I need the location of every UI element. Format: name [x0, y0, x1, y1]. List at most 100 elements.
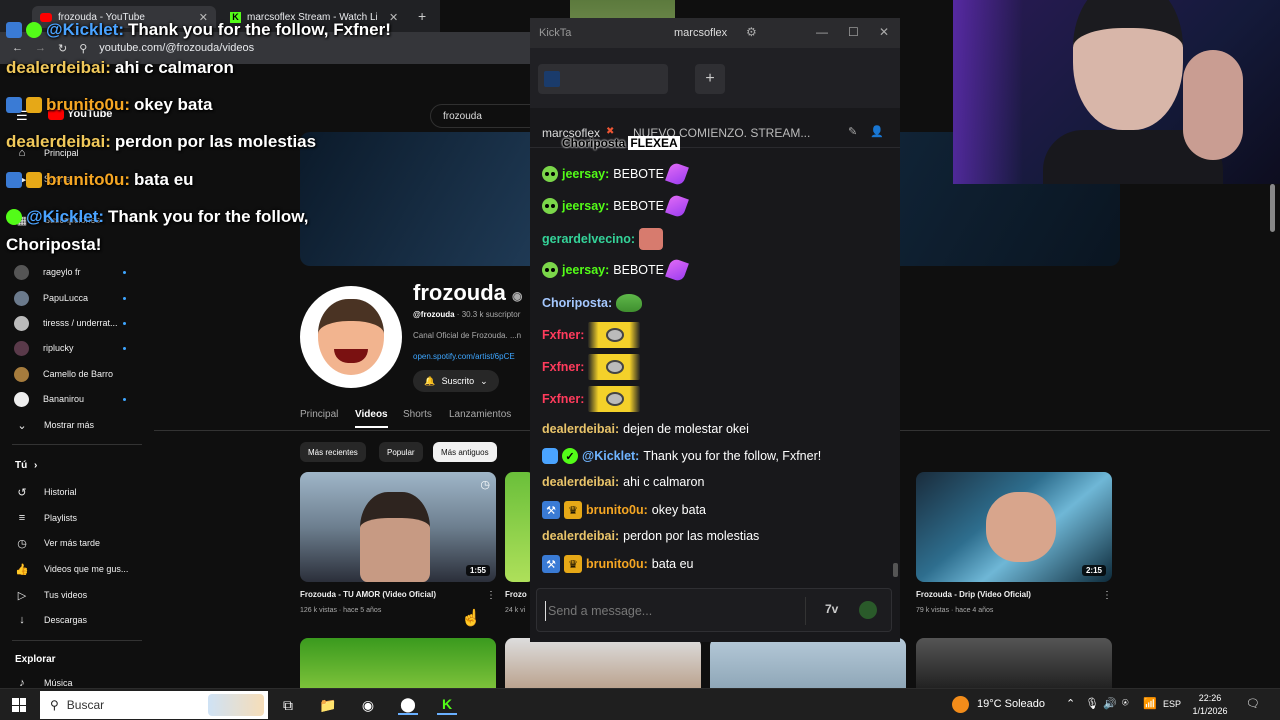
- channel-description[interactable]: Canal Oficial de Frozouda. ...n: [413, 331, 521, 340]
- pinned-banner: Choriposta FLEXEA: [562, 136, 680, 150]
- sidebar-subscription-item[interactable]: rageylo fr: [14, 261, 148, 283]
- chevron-down-icon: ⌄: [17, 419, 27, 432]
- maximize-icon[interactable]: ☐: [848, 25, 859, 39]
- minimize-icon[interactable]: —: [816, 25, 828, 39]
- sidebar-item-watch-later[interactable]: ◷ Ver más tarde: [14, 532, 148, 554]
- crown-badge-icon: ♛: [564, 501, 582, 519]
- windows-start-icon[interactable]: [12, 698, 26, 712]
- notifications-icon[interactable]: 🗨: [1246, 697, 1260, 710]
- sidebar-subscription-item[interactable]: riplucky: [14, 337, 148, 359]
- video-thumbnail[interactable]: 2:15: [916, 472, 1112, 582]
- reload-icon[interactable]: ↻: [58, 42, 67, 55]
- video-thumbnail[interactable]: [505, 638, 701, 688]
- obs-icon[interactable]: ◉: [358, 695, 378, 715]
- video-title[interactable]: Frozo: [505, 590, 527, 599]
- sidebar-section-you[interactable]: Tú ›: [15, 460, 37, 471]
- chat-message: ✓ @Kicklet: Thank you for the follow, Fx…: [542, 448, 821, 464]
- overlay-chat-line: brunito0u: bata eu: [6, 170, 194, 190]
- video-thumbnail[interactable]: [710, 638, 906, 688]
- microphone-icon[interactable]: 🎙: [1085, 697, 1099, 710]
- file-explorer-icon[interactable]: 📁: [318, 695, 338, 715]
- forward-icon[interactable]: →: [35, 42, 46, 54]
- channel-avatar[interactable]: [300, 286, 402, 388]
- downloads-icon: ↓: [19, 614, 25, 626]
- sidebar-subscription-item[interactable]: tiresss / underrat...: [14, 312, 148, 334]
- channel-link[interactable]: open.spotify.com/artist/6pCE: [413, 352, 515, 361]
- hammer-badge-icon: [6, 172, 22, 188]
- taskbar-clock[interactable]: 22:26 1/1/2026: [1190, 692, 1230, 718]
- overlay-chat-line: dealerdeibai: perdon por las molestias: [6, 132, 317, 151]
- video-title[interactable]: Frozouda - TU AMOR (Video Oficial): [300, 590, 436, 599]
- chat-message: Fxfner:: [542, 386, 641, 412]
- minion-emote-icon: [588, 322, 641, 348]
- video-thumbnail[interactable]: [300, 638, 496, 688]
- chat-message-input[interactable]: [545, 601, 795, 621]
- chip-oldest[interactable]: Más antiguos: [433, 442, 497, 462]
- video-thumbnail[interactable]: ◷ 1:55: [300, 472, 496, 582]
- chat-scrollbar[interactable]: [893, 563, 898, 577]
- bell-icon: 🔔: [424, 375, 436, 386]
- more-vert-icon[interactable]: ⋮: [1102, 590, 1112, 601]
- sidebar-item-history[interactable]: ↺ Historial: [14, 481, 148, 503]
- more-vert-icon[interactable]: ⋮: [486, 590, 496, 601]
- chip-recent[interactable]: Más recientes: [300, 442, 366, 462]
- minion-emote-icon: [588, 354, 641, 380]
- pin-icon[interactable]: ✎: [848, 125, 857, 138]
- sidebar-item-playlists[interactable]: ≡ Playlists: [14, 507, 148, 529]
- sub-badge-icon: [542, 262, 558, 278]
- sidebar-subscription-item[interactable]: Bananirou: [14, 388, 148, 410]
- new-content-dot: [123, 346, 126, 350]
- tab-shorts[interactable]: Shorts: [403, 409, 432, 420]
- sidebar-show-more[interactable]: ⌄ Mostrar más: [14, 414, 148, 436]
- close-icon[interactable]: ✕: [879, 25, 889, 39]
- site-info-icon[interactable]: ⚲: [79, 42, 87, 55]
- playlists-icon: ≡: [18, 512, 26, 524]
- network-icon[interactable]: 📶: [1143, 697, 1157, 710]
- chat-message: gerardelvecino:: [542, 228, 664, 250]
- task-view-icon[interactable]: ⧉: [278, 695, 298, 715]
- add-chat-button[interactable]: +: [695, 64, 725, 94]
- search-input[interactable]: frozouda: [430, 104, 540, 128]
- tab-principal[interactable]: Principal: [300, 409, 338, 420]
- taskbar-search[interactable]: ⚲ Buscar: [40, 691, 268, 719]
- sidebar-item-liked[interactable]: 👍 Videos que me gus...: [14, 558, 148, 580]
- language-indicator[interactable]: ESP: [1163, 699, 1181, 709]
- settings-gear-icon[interactable]: ⚙: [746, 25, 757, 39]
- subscribed-button[interactable]: 🔔 Suscrito ⌄: [413, 370, 499, 392]
- url-input[interactable]: youtube.com/@frozouda/videos: [99, 42, 254, 54]
- back-icon[interactable]: ←: [12, 42, 23, 54]
- seventv-emote-icon[interactable]: 7v: [825, 602, 838, 616]
- page-scrollbar[interactable]: [1270, 184, 1275, 232]
- avatar-face-image: [318, 299, 384, 375]
- video-title[interactable]: Frozouda - Drip (Video Oficial): [916, 590, 1031, 599]
- sidebar-subscription-item[interactable]: Camello de Barro: [14, 363, 148, 385]
- windows-taskbar: ⚲ Buscar ⧉ 📁 ◉ ⬤ K 19°C Soleado ⌃ 🎙 🔊 ⍟ …: [0, 688, 1280, 720]
- tab-lanzamientos[interactable]: Lanzamientos: [449, 409, 511, 420]
- feather-emote-icon: [665, 193, 689, 219]
- video-duration: 1:55: [465, 565, 490, 576]
- new-tab-button[interactable]: +: [418, 8, 426, 24]
- watch-later-icon: ◷: [17, 537, 27, 550]
- chat-message: dealerdeibai: perdon por las molestias: [542, 529, 760, 543]
- sidebar-subscription-item[interactable]: PapuLucca: [14, 287, 148, 309]
- user-icon[interactable]: 👤: [870, 125, 884, 138]
- chat-input-box: 7v: [536, 588, 892, 632]
- volume-icon[interactable]: 🔊: [1103, 697, 1117, 710]
- chevron-right-icon: ›: [34, 460, 38, 471]
- chat-tab-marcsoflex[interactable]: [538, 64, 668, 94]
- chrome-icon[interactable]: ⬤: [398, 695, 418, 715]
- weather-status[interactable]: 19°C Soleado: [977, 698, 1045, 710]
- watch-later-icon[interactable]: ◷: [480, 478, 490, 491]
- tab-videos[interactable]: Videos: [355, 409, 388, 428]
- emote-picker-icon[interactable]: [859, 601, 877, 619]
- video-meta: 79 k vistas · hace 4 años: [916, 607, 994, 614]
- chip-popular[interactable]: Popular: [379, 442, 423, 462]
- sidebar-item-your-videos[interactable]: ▷ Tus videos: [14, 584, 148, 606]
- chat-message: Fxfner:: [542, 354, 641, 380]
- video-thumbnail[interactable]: [916, 638, 1112, 688]
- vpn-icon[interactable]: ⍟: [1122, 697, 1129, 710]
- kick-app-icon[interactable]: K: [437, 695, 457, 715]
- sub-badge-icon: [542, 198, 558, 214]
- tray-chevron-icon[interactable]: ⌃: [1066, 697, 1075, 710]
- sidebar-item-downloads[interactable]: ↓ Descargas: [14, 609, 148, 631]
